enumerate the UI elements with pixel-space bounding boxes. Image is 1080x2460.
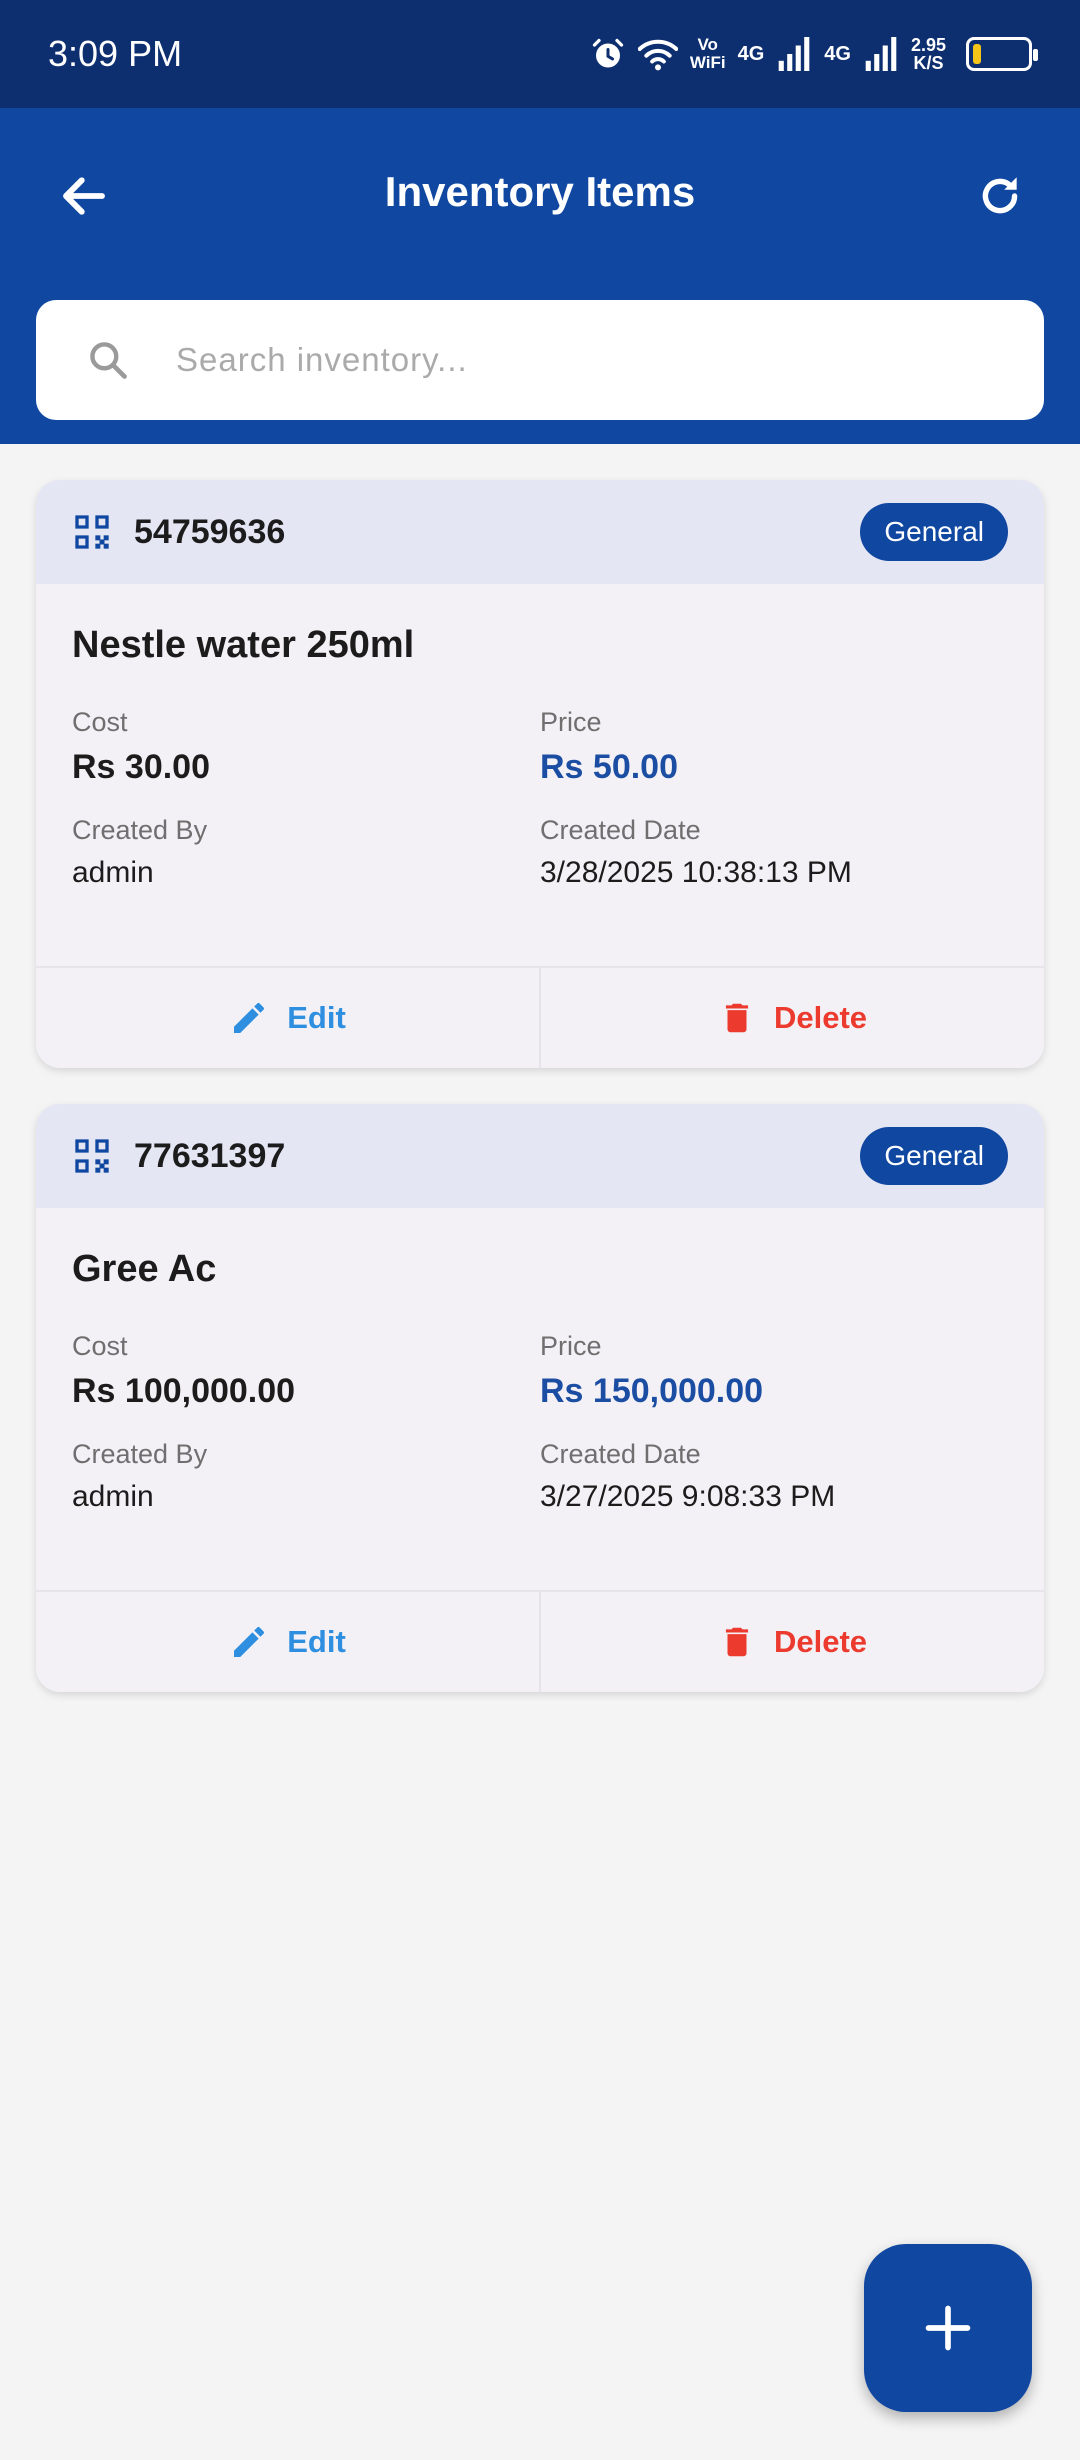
vowifi-indicator: Vo WiFi (690, 36, 726, 72)
delete-label: Delete (773, 1624, 868, 1659)
network-type-1: 4G (737, 42, 765, 65)
price-field: Price Rs 50.00 (540, 707, 1008, 787)
pencil-icon (234, 1626, 265, 1657)
card-header: 54759636 General (36, 480, 1044, 584)
qr-code-icon (75, 1139, 109, 1173)
card-body: Gree Ac Cost Rs 100,000.00 Price Rs 150,… (36, 1208, 1044, 1590)
price-value: Rs 150,000.00 (540, 1372, 764, 1410)
cost-value: Rs 30.00 (72, 748, 210, 786)
trash-icon (725, 1627, 749, 1657)
status-bar: 3:09 PM Vo WiFi 4G 4G 2.95 K/S (0, 0, 1080, 108)
created-by-field: Created By admin (72, 1439, 540, 1514)
battery-icon (966, 37, 1038, 71)
pencil-icon (234, 1002, 265, 1033)
created-date-field: Created Date 3/28/2025 10:38:13 PM (540, 815, 1008, 890)
created-by-label: Created By (72, 815, 208, 845)
delete-button[interactable]: Delete (539, 968, 1044, 1068)
created-by-field: Created By admin (72, 815, 540, 890)
edit-button[interactable]: Edit (36, 1592, 539, 1692)
battery-fill (973, 44, 981, 64)
category-badge: General (860, 503, 1008, 561)
item-code-group: 54759636 (72, 512, 285, 552)
created-date-label: Created Date (540, 1439, 701, 1469)
inventory-card[interactable]: 54759636 General Nestle water 250ml Cost… (36, 480, 1044, 1068)
created-date-value: 3/27/2025 9:08:33 PM (540, 1480, 836, 1513)
delete-label: Delete (773, 1000, 868, 1035)
plus-icon (925, 2305, 971, 2351)
item-name: Nestle water 250ml (72, 624, 415, 666)
signal-icon (778, 37, 810, 71)
price-value: Rs 50.00 (540, 748, 678, 786)
qr-code-icon (75, 515, 109, 549)
item-name: Gree Ac (72, 1248, 217, 1290)
category-badge: General (860, 1127, 1008, 1185)
item-code-group: 77631397 (72, 1136, 285, 1176)
edit-button[interactable]: Edit (36, 968, 539, 1068)
add-item-button[interactable] (864, 2244, 1032, 2412)
created-date-value: 3/28/2025 10:38:13 PM (540, 856, 852, 889)
price-field: Price Rs 150,000.00 (540, 1331, 1008, 1411)
page-title: Inventory Items (384, 168, 696, 215)
item-code: 77631397 (134, 1136, 286, 1175)
cost-label: Cost (72, 1331, 128, 1361)
created-date-field: Created Date 3/27/2025 9:08:33 PM (540, 1439, 1008, 1514)
created-by-label: Created By (72, 1439, 208, 1469)
item-details: Cost Rs 30.00 Price Rs 50.00 Created By … (72, 707, 1008, 890)
item-details: Cost Rs 100,000.00 Price Rs 150,000.00 C… (72, 1331, 1008, 1514)
card-actions: Edit Delete (36, 966, 1044, 1068)
wifi-icon (637, 39, 678, 71)
created-by-value: admin (72, 1480, 154, 1513)
status-time: 3:09 PM (48, 33, 183, 74)
price-label: Price (540, 1331, 602, 1361)
net-speed-value: 2.95 (910, 35, 946, 55)
edit-label: Edit (287, 1624, 346, 1659)
status-icons: Vo WiFi 4G 4G 2.95 K/S (590, 36, 1038, 72)
refresh-icon (982, 177, 1018, 214)
card-header: 77631397 General (36, 1104, 1044, 1208)
signal-icon (865, 37, 897, 71)
created-by-value: admin (72, 856, 154, 889)
cost-field: Cost Rs 100,000.00 (72, 1331, 540, 1411)
price-label: Price (540, 707, 602, 737)
created-date-label: Created Date (540, 815, 701, 845)
cost-value: Rs 100,000.00 (72, 1372, 296, 1410)
search-icon (84, 336, 132, 384)
vowifi-wifi: WiFi (689, 53, 726, 72)
search-input[interactable] (176, 341, 956, 379)
search-box[interactable] (36, 300, 1044, 420)
delete-button[interactable]: Delete (539, 1592, 1044, 1692)
alarm-icon (592, 38, 623, 68)
trash-icon (725, 1003, 749, 1033)
card-body: Nestle water 250ml Cost Rs 30.00 Price R… (36, 584, 1044, 966)
net-speed-unit: K/S (913, 53, 944, 73)
item-code: 54759636 (134, 512, 286, 551)
refresh-button[interactable] (968, 164, 1032, 228)
inventory-card[interactable]: 77631397 General Gree Ac Cost Rs 100,000… (36, 1104, 1044, 1692)
net-speed: 2.95 K/S (911, 36, 946, 72)
cost-label: Cost (72, 707, 128, 737)
app-bar: Inventory Items (0, 108, 1080, 444)
network-type-2: 4G (824, 42, 851, 65)
cost-field: Cost Rs 30.00 (72, 707, 540, 787)
edit-label: Edit (287, 1000, 346, 1035)
card-actions: Edit Delete (36, 1590, 1044, 1692)
vowifi-vo: Vo (697, 35, 718, 54)
